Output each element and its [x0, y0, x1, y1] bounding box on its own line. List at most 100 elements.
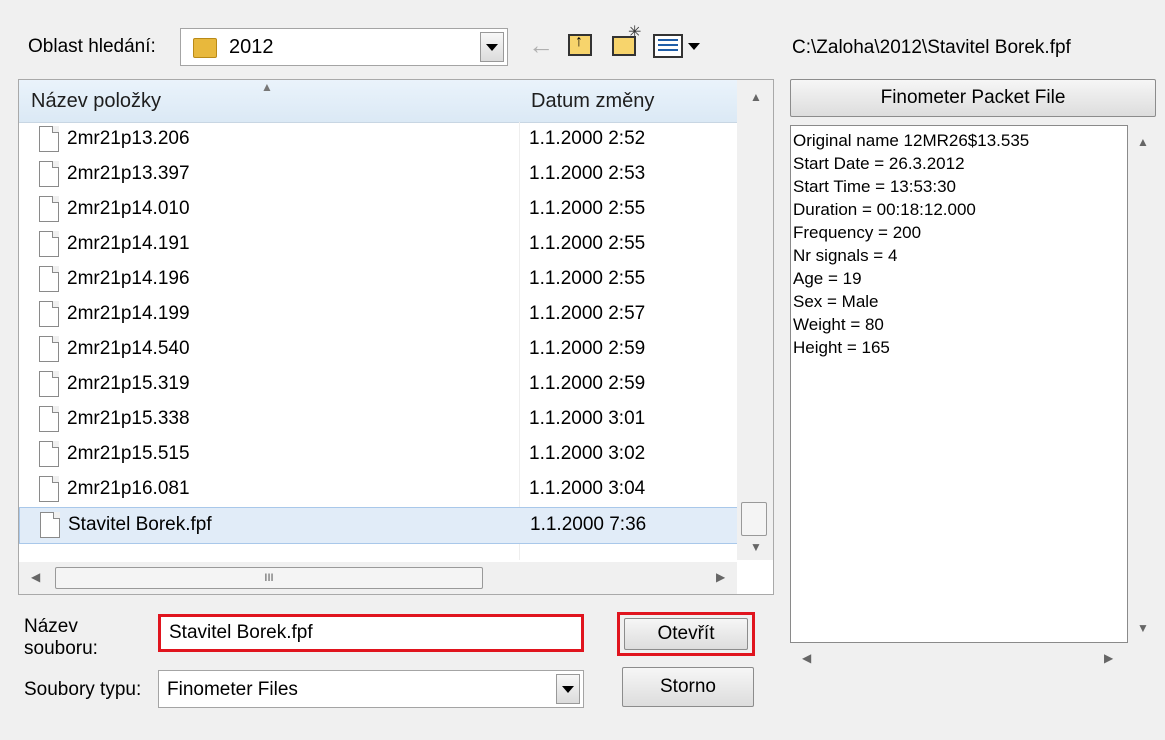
- preview-line: Height = 165: [793, 338, 890, 357]
- chevron-down-icon: [562, 685, 574, 693]
- horizontal-scroll-thumb[interactable]: III: [55, 567, 483, 589]
- file-row[interactable]: Stavitel Borek.fpf 1.1.2000 7:36: [19, 507, 738, 544]
- preview-horizontal-scrollbar[interactable]: ◀ ▶: [790, 643, 1128, 673]
- preview-vertical-scrollbar[interactable]: ▲ ▼: [1128, 125, 1158, 643]
- vertical-scroll-thumb[interactable]: [741, 502, 767, 536]
- scroll-right-icon[interactable]: ▶: [1104, 651, 1113, 665]
- back-arrow-icon[interactable]: ←: [528, 30, 554, 61]
- file-name: 2mr21p15.515: [67, 443, 190, 464]
- filetype-select[interactable]: Finometer Files: [158, 670, 584, 708]
- chevron-down-icon: [486, 43, 498, 51]
- filetype-label: Soubory typu:: [24, 679, 142, 700]
- preview-line: Weight = 80: [793, 315, 884, 334]
- scroll-down-icon[interactable]: ▼: [750, 540, 762, 554]
- new-folder-icon[interactable]: ✳: [612, 24, 641, 56]
- preview-line: Start Date = 26.3.2012: [793, 154, 965, 173]
- file-name: 2mr21p14.540: [67, 338, 190, 359]
- file-name: Stavitel Borek.fpf: [68, 514, 212, 535]
- file-date: 1.1.2000 7:36: [530, 514, 647, 535]
- file-icon: [39, 336, 59, 362]
- file-date: 1.1.2000 2:57: [529, 303, 646, 324]
- file-date: 1.1.2000 2:59: [529, 373, 646, 394]
- file-icon: [39, 231, 59, 257]
- column-header-date-label: Datum změny: [531, 90, 655, 112]
- file-date: 1.1.2000 2:53: [529, 163, 646, 184]
- file-rows: 2mr21p13.206 1.1.2000 2:52 2mr21p13.397 1.1…: [19, 122, 738, 562]
- file-date: 1.1.2000 2:52: [529, 128, 646, 149]
- file-row[interactable]: 2mr21p13.206 1.1.2000 2:52: [19, 122, 736, 157]
- file-row[interactable]: 2mr21p13.397 1.1.2000 2:53: [19, 157, 736, 192]
- column-header-name-label: Název položky: [31, 90, 162, 112]
- file-icon: [39, 196, 59, 222]
- look-in-dropdown-button[interactable]: [480, 32, 504, 62]
- file-icon: [39, 301, 59, 327]
- file-row[interactable]: 2mr21p14.199 1.1.2000 2:57: [19, 297, 736, 332]
- preview-line: Start Time = 13:53:30: [793, 177, 957, 196]
- open-button[interactable]: Otevřít: [624, 618, 748, 650]
- file-row[interactable]: 2mr21p14.191 1.1.2000 2:55: [19, 227, 736, 262]
- preview-lines: Original name 12MR26$13.535 Start Date = …: [793, 129, 1125, 359]
- preview-line: Sex = Male: [793, 292, 879, 311]
- preview-line: Nr signals = 4: [793, 246, 898, 265]
- scroll-left-icon[interactable]: ◀: [802, 651, 811, 665]
- column-header-name[interactable]: Název položky ▲: [19, 80, 532, 123]
- scroll-down-icon[interactable]: ▼: [1137, 621, 1149, 635]
- file-date: 1.1.2000 2:55: [529, 268, 646, 289]
- file-icon: [39, 406, 59, 432]
- up-folder-icon[interactable]: ↑: [568, 33, 592, 56]
- file-path-label: C:\Zaloha\2012\Stavitel Borek.fpf: [792, 37, 1071, 58]
- preview-header: Finometer Packet File: [790, 79, 1156, 117]
- file-row[interactable]: 2mr21p14.196 1.1.2000 2:55: [19, 262, 736, 297]
- look-in-label: Oblast hledání:: [28, 36, 156, 57]
- filename-label: Název souboru:: [24, 616, 98, 660]
- file-icon: [39, 126, 59, 152]
- look-in-combobox[interactable]: 2012: [180, 28, 508, 66]
- file-icon: [39, 476, 59, 502]
- file-icon: [40, 512, 60, 538]
- view-menu-icon[interactable]: [653, 34, 683, 58]
- vertical-scrollbar[interactable]: ▲ ▼: [737, 80, 773, 560]
- scroll-left-icon[interactable]: ◀: [31, 570, 40, 584]
- file-icon: [39, 371, 59, 397]
- view-dropdown-icon[interactable]: [688, 43, 700, 50]
- file-name: 2mr21p16.081: [67, 478, 190, 499]
- preview-line: Age = 19: [793, 269, 862, 288]
- folder-icon: [193, 38, 217, 58]
- preview-line: Duration = 00:18:12.000: [793, 200, 976, 219]
- preview-text[interactable]: Original name 12MR26$13.535 Start Date = …: [790, 125, 1128, 643]
- file-icon: [39, 161, 59, 187]
- file-name: 2mr21p14.010: [67, 198, 190, 219]
- filename-label-line1: Název: [24, 616, 78, 637]
- preview-line: Frequency = 200: [793, 223, 922, 242]
- file-date: 1.1.2000 3:01: [529, 408, 646, 429]
- scroll-right-icon[interactable]: ▶: [716, 570, 725, 584]
- file-row[interactable]: 2mr21p15.319 1.1.2000 2:59: [19, 367, 736, 402]
- file-date: 1.1.2000 2:55: [529, 233, 646, 254]
- file-name: 2mr21p15.338: [67, 408, 190, 429]
- filename-input[interactable]: Stavitel Borek.fpf: [158, 614, 584, 652]
- file-row[interactable]: 2mr21p15.338 1.1.2000 3:01: [19, 402, 736, 437]
- file-row[interactable]: 2mr21p14.010 1.1.2000 2:55: [19, 192, 736, 227]
- cancel-button[interactable]: Storno: [622, 667, 754, 707]
- file-date: 1.1.2000 3:04: [529, 478, 646, 499]
- file-name: 2mr21p14.191: [67, 233, 190, 254]
- open-button-highlight: Otevřít: [617, 612, 755, 656]
- sort-up-icon: ▲: [261, 80, 273, 94]
- horizontal-scrollbar[interactable]: ◀ III ▶: [19, 562, 737, 594]
- column-header-date[interactable]: Datum změny: [519, 80, 750, 123]
- file-name: 2mr21p14.199: [67, 303, 190, 324]
- file-date: 1.1.2000 3:02: [529, 443, 646, 464]
- file-row[interactable]: 2mr21p16.081 1.1.2000 3:04: [19, 472, 736, 507]
- file-row[interactable]: 2mr21p15.515 1.1.2000 3:02: [19, 437, 736, 472]
- look-in-value: 2012: [229, 36, 274, 58]
- filename-value: Stavitel Borek.fpf: [169, 622, 313, 643]
- scroll-up-icon[interactable]: ▲: [750, 90, 762, 104]
- file-row[interactable]: 2mr21p14.540 1.1.2000 2:59: [19, 332, 736, 367]
- file-date: 1.1.2000 2:59: [529, 338, 646, 359]
- scroll-up-icon[interactable]: ▲: [1137, 135, 1149, 149]
- preview-line: Original name 12MR26$13.535: [793, 131, 1030, 150]
- filetype-dropdown-button[interactable]: [556, 674, 580, 704]
- filetype-value: Finometer Files: [167, 679, 298, 700]
- file-name: 2mr21p13.397: [67, 163, 190, 184]
- file-list[interactable]: Název položky ▲ Datum změny 2mr21p13.206…: [18, 79, 774, 595]
